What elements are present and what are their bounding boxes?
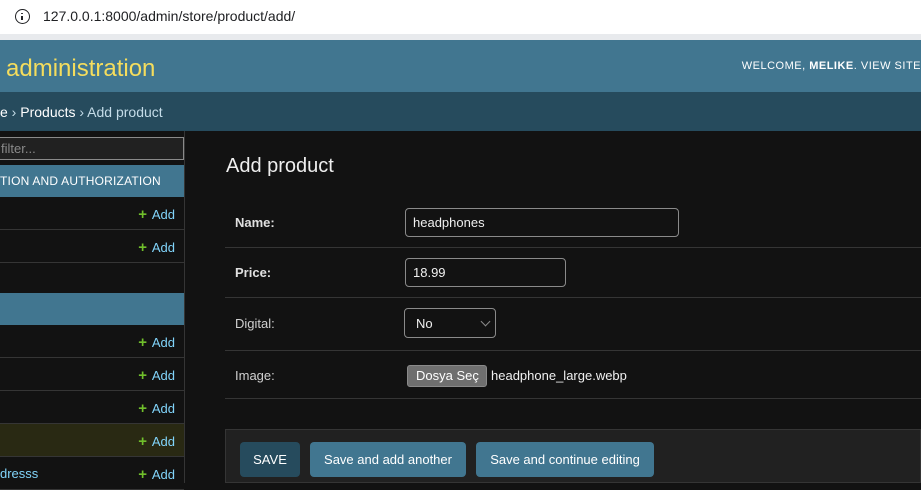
form-row-image: Image: Dosya Seç headphone_large.webp — [225, 351, 921, 399]
plus-icon: + — [138, 367, 147, 384]
add-link[interactable]: + Add — [138, 334, 175, 351]
plus-icon: + — [138, 400, 147, 417]
url-text[interactable]: 127.0.0.1:8000/admin/store/product/add/ — [43, 8, 295, 24]
user-tools: WELCOME, MELIKE. VIEW SITE — [742, 60, 921, 72]
save-and-continue-button[interactable]: Save and continue editing — [476, 442, 654, 477]
plus-icon: + — [138, 239, 147, 256]
model-row[interactable]: + Add — [0, 391, 184, 424]
model-row[interactable]: + Add — [0, 230, 184, 263]
breadcrumb-store[interactable]: e — [0, 104, 8, 120]
breadcrumb-separator: › — [75, 104, 88, 120]
image-label: Image: — [235, 368, 275, 383]
digital-select[interactable]: No — [404, 308, 496, 338]
selected-file-name: headphone_large.webp — [491, 368, 627, 383]
price-label: Price: — [235, 265, 272, 280]
model-row[interactable]: dresss + Add — [0, 457, 184, 490]
name-field[interactable]: headphones — [405, 208, 679, 237]
add-link[interactable]: + Add — [138, 367, 175, 384]
app-section-auth[interactable]: TION AND AUTHORIZATION — [0, 165, 184, 197]
add-link[interactable]: + Add — [138, 400, 175, 417]
digital-label: Digital: — [235, 316, 275, 331]
save-button[interactable]: SAVE — [240, 442, 300, 477]
welcome-text: WELCOME, — [741, 60, 810, 72]
breadcrumb-current: Add product — [87, 104, 163, 120]
site-info-icon[interactable] — [15, 9, 30, 24]
model-name-link[interactable]: dresss — [0, 466, 38, 481]
add-link[interactable]: + Add — [138, 433, 175, 450]
price-field[interactable]: 18.99 — [405, 258, 566, 287]
plus-icon: + — [138, 433, 147, 450]
breadcrumb-separator: › — [7, 104, 21, 120]
form-row-price: Price: 18.99 — [225, 248, 921, 298]
breadcrumb-products[interactable]: Products — [20, 104, 75, 120]
form-row-name: Name: headphones — [225, 198, 921, 248]
view-site-link[interactable]: . VIEW SITE — [854, 60, 921, 72]
username: MELIKE — [809, 60, 854, 72]
model-row[interactable]: + Add — [0, 325, 184, 358]
plus-icon: + — [138, 466, 147, 483]
digital-selected-value: No — [416, 316, 433, 331]
name-label: Name: — [235, 215, 275, 230]
model-row-selected[interactable]: + Add — [0, 424, 184, 457]
form-row-digital: Digital: No — [225, 298, 921, 351]
site-branding[interactable]: administration — [6, 55, 155, 83]
browser-address-bar[interactable]: 127.0.0.1:8000/admin/store/product/add/ — [0, 0, 921, 34]
nav-sidebar: filter... TION AND AUTHORIZATION + Add +… — [0, 131, 185, 490]
submit-row: SAVE Save and add another Save and conti… — [225, 429, 921, 483]
model-row[interactable]: + Add — [0, 358, 184, 391]
page-title: Add product — [226, 155, 334, 177]
save-and-add-another-button[interactable]: Save and add another — [310, 442, 466, 477]
content: Add product Name: headphones Price: 18.9… — [186, 131, 921, 483]
plus-icon: + — [138, 334, 147, 351]
choose-file-button[interactable]: Dosya Seç — [407, 365, 487, 387]
chevron-down-icon — [480, 316, 491, 327]
add-link[interactable]: + Add — [138, 239, 175, 256]
model-row[interactable]: + Add — [0, 197, 184, 230]
nav-filter-input[interactable]: filter... — [0, 137, 184, 160]
admin-header: administration WELCOME, MELIKE. VIEW SIT… — [0, 40, 921, 92]
add-link[interactable]: + Add — [138, 206, 175, 223]
add-link[interactable]: + Add — [138, 466, 175, 483]
breadcrumb: e › Products › Add product — [0, 92, 921, 131]
plus-icon: + — [138, 206, 147, 223]
app-section-store[interactable] — [0, 293, 184, 325]
